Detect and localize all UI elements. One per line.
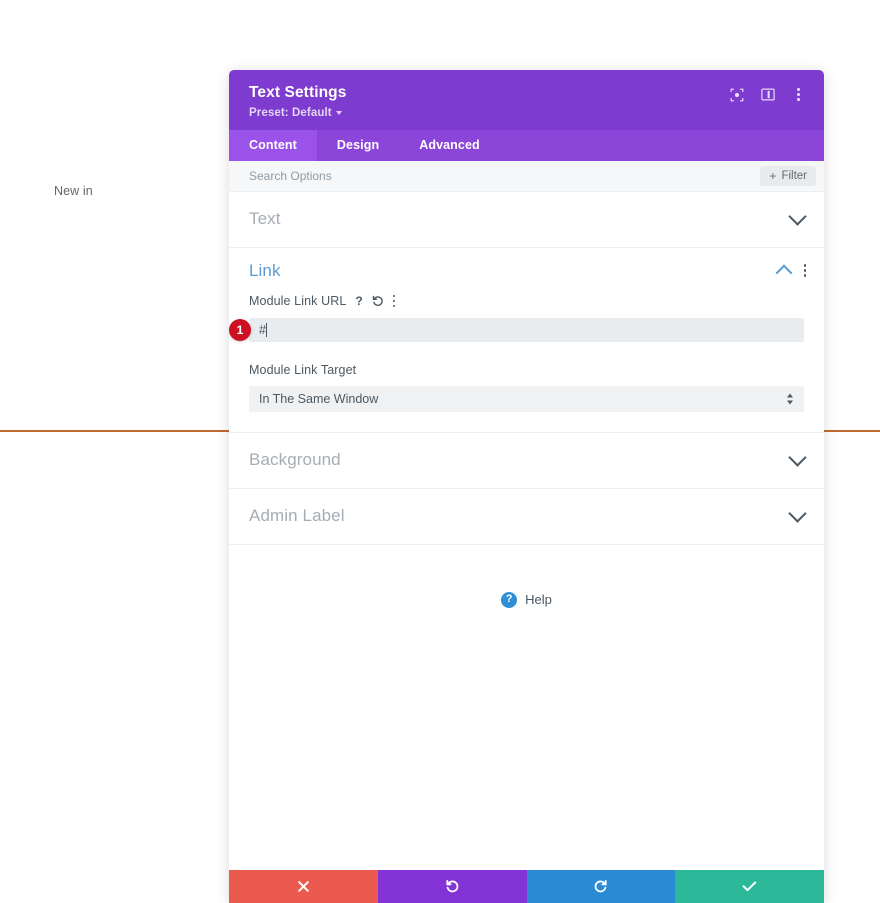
section-admin-label[interactable]: Admin Label (229, 489, 824, 545)
chevron-up-icon[interactable] (775, 264, 792, 281)
module-link-url-label-row: Module Link URL ? (249, 294, 804, 309)
filter-button[interactable]: + Filter (760, 166, 816, 186)
section-background-title: Background (249, 450, 341, 470)
module-link-target-label: Module Link Target (249, 363, 356, 377)
section-text[interactable]: Text (229, 192, 824, 248)
field-options-icon[interactable] (393, 294, 396, 309)
cancel-button[interactable] (229, 870, 378, 903)
search-input[interactable] (249, 169, 760, 183)
section-link-header-icons (778, 263, 807, 279)
plus-icon: + (769, 170, 776, 182)
focus-target-icon[interactable] (729, 87, 744, 102)
text-cursor (266, 323, 267, 337)
module-link-url-label: Module Link URL (249, 294, 346, 308)
step-badge-1: 1 (229, 319, 251, 341)
tab-content[interactable]: Content (229, 130, 317, 161)
help-label: Help (525, 592, 552, 607)
redo-button[interactable] (527, 870, 676, 903)
preset-label: Preset: Default (249, 107, 332, 119)
section-admin-label-title: Admin Label (249, 506, 345, 526)
modal-empty-space (229, 655, 824, 870)
module-link-target-select[interactable]: In The Same Window (249, 386, 804, 412)
chevron-down-icon (788, 504, 806, 522)
help-link[interactable]: ? Help (501, 592, 552, 608)
tab-design[interactable]: Design (317, 130, 399, 161)
save-button[interactable] (675, 870, 824, 903)
modal-tabs: Content Design Advanced (229, 130, 824, 161)
chevron-down-icon (336, 111, 342, 115)
modal-header-icons (729, 87, 806, 102)
panel-layout-icon[interactable] (760, 87, 775, 102)
modal-title: Text Settings (249, 84, 346, 103)
undo-button[interactable] (378, 870, 527, 903)
chevron-down-icon (788, 207, 806, 225)
section-link-body: Module Link URL ? 1 (229, 294, 824, 432)
section-link-title: Link (249, 261, 281, 281)
text-settings-modal: Text Settings Preset: Default (229, 70, 824, 903)
section-text-title: Text (249, 209, 281, 229)
section-link-header[interactable]: Link (229, 248, 824, 294)
filter-button-label: Filter (781, 170, 807, 182)
module-link-target-field: Module Link Target In The Same Window (249, 363, 804, 412)
modal-header: Text Settings Preset: Default (229, 70, 824, 130)
section-background[interactable]: Background (229, 433, 824, 489)
module-link-target-label-row: Module Link Target (249, 363, 804, 377)
modal-header-titles: Text Settings Preset: Default (249, 84, 346, 119)
tab-advanced[interactable]: Advanced (399, 130, 500, 161)
module-link-url-input[interactable] (249, 318, 804, 342)
modal-footer (229, 870, 824, 903)
reset-icon[interactable] (372, 295, 384, 307)
chevron-down-icon (788, 448, 806, 466)
section-link-more-icon[interactable] (804, 263, 807, 278)
help-icon: ? (501, 592, 517, 608)
section-link: Link Module Link URL ? (229, 248, 824, 433)
module-link-target-select-wrap: In The Same Window (249, 386, 804, 412)
module-link-url-input-wrap: 1 (249, 318, 804, 342)
help-area: ? Help (229, 545, 824, 655)
more-options-icon[interactable] (791, 87, 806, 102)
search-bar: + Filter (229, 161, 824, 192)
help-icon[interactable]: ? (355, 295, 362, 307)
page-background-text: New in (54, 184, 93, 198)
preset-selector[interactable]: Preset: Default (249, 107, 346, 119)
